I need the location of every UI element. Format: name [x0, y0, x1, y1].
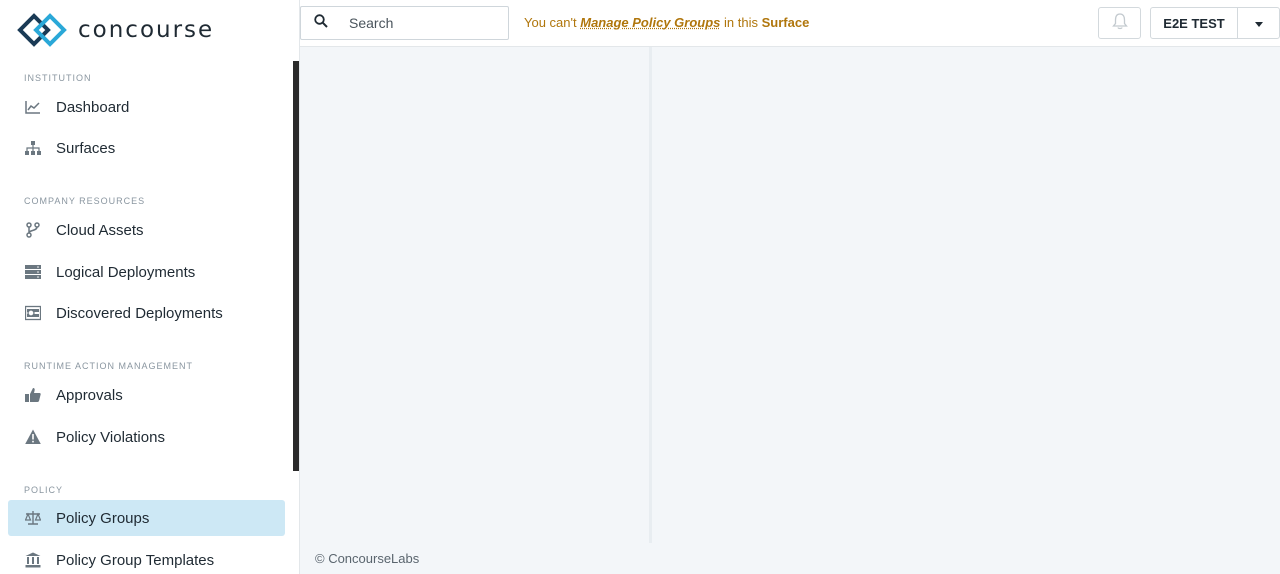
bank-icon [24, 551, 42, 569]
warning-prefix: You can't [524, 15, 577, 30]
search-box[interactable] [300, 6, 509, 40]
section-label-company-resources: COMPANY RESOURCES [24, 196, 146, 206]
sidebar: concourse INSTITUTION Dashboard Surfaces… [0, 0, 300, 574]
sidebar-scrollbar[interactable] [293, 61, 299, 471]
sidebar-item-label: Discovered Deployments [56, 304, 223, 322]
concourse-logo-icon [17, 13, 67, 47]
sidebar-item-label: Policy Groups [56, 509, 150, 527]
caret-down-icon [1254, 14, 1263, 32]
section-label-policy: POLICY [24, 485, 64, 495]
balance-scale-icon [24, 509, 42, 527]
top-bar: You can't Manage Policy Groups in this S… [300, 0, 1280, 47]
warning-target: Surface [761, 15, 810, 30]
sidebar-item-surfaces[interactable]: Surfaces [8, 130, 285, 166]
warning-action[interactable]: Manage Policy Groups [580, 15, 720, 30]
org-switcher[interactable]: E2E TEST [1150, 7, 1280, 39]
warning-middle: in this [724, 15, 758, 30]
brand-name: concourse [78, 17, 215, 43]
sidebar-item-approvals[interactable]: Approvals [8, 377, 285, 413]
sidebar-item-policy-violations[interactable]: Policy Violations [8, 419, 285, 455]
sitemap-icon [24, 139, 42, 157]
concourse-logo[interactable]: concourse [16, 12, 214, 48]
sidebar-item-dashboard[interactable]: Dashboard [8, 89, 285, 125]
sidebar-item-label: Dashboard [56, 98, 130, 116]
sidebar-item-label: Logical Deployments [56, 263, 196, 281]
sidebar-item-label: Cloud Assets [56, 221, 144, 239]
sidebar-item-discovered-deployments[interactable]: Discovered Deployments [8, 295, 285, 331]
thumbs-up-icon [24, 386, 42, 404]
sidebar-item-label: Policy Violations [56, 428, 165, 446]
sidebar-item-label: Policy Group Templates [56, 551, 215, 569]
org-dropdown-toggle[interactable] [1238, 8, 1279, 38]
sidebar-item-label: Surfaces [56, 139, 116, 157]
permission-warning: You can't Manage Policy Groups in this S… [524, 15, 809, 30]
server-icon [24, 263, 42, 281]
search-icon [314, 13, 328, 33]
warning-icon [24, 428, 42, 446]
footer-copyright: © ConcourseLabs [315, 551, 420, 566]
discovered-icon [24, 304, 42, 322]
section-label-institution: INSTITUTION [24, 73, 92, 83]
sidebar-item-cloud-assets[interactable]: Cloud Assets [8, 212, 285, 248]
sidebar-item-policy-group-templates[interactable]: Policy Group Templates [8, 542, 285, 574]
sidebar-item-label: Approvals [56, 386, 123, 404]
branch-icon [24, 221, 42, 239]
notifications-button[interactable] [1098, 7, 1141, 39]
main-content: © ConcourseLabs [300, 47, 1280, 574]
sidebar-item-policy-groups[interactable]: Policy Groups [8, 500, 285, 536]
section-label-runtime-action-management: RUNTIME ACTION MANAGEMENT [24, 361, 194, 371]
bell-icon [1111, 12, 1129, 35]
org-name[interactable]: E2E TEST [1151, 8, 1238, 38]
line-chart-icon [24, 98, 42, 116]
sidebar-item-logical-deployments[interactable]: Logical Deployments [8, 254, 285, 290]
search-input[interactable] [349, 15, 489, 31]
panel-divider[interactable] [649, 47, 652, 543]
